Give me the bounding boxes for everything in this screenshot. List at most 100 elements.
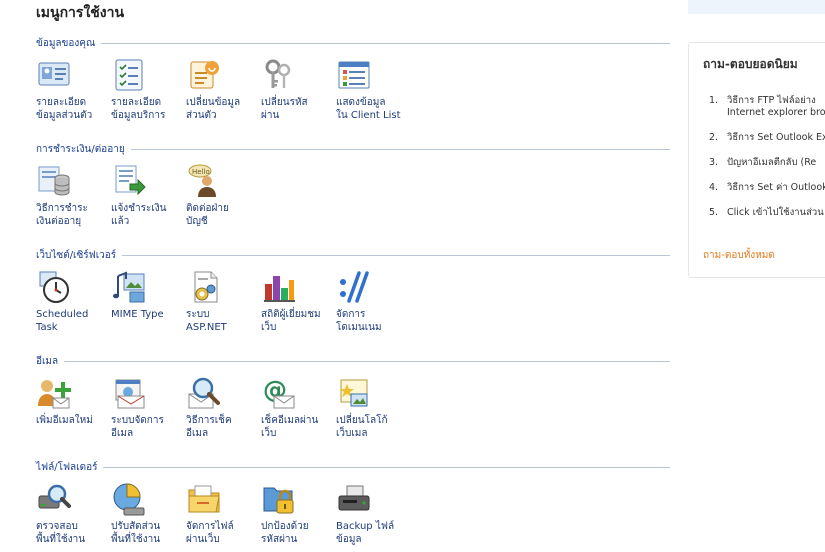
id-card-icon (37, 58, 71, 92)
menu-item-label: สถิติผู้เยี่ยมชม เว็บ (261, 309, 321, 333)
faq-link[interactable]: วิธีการ Set Outlook Ex (727, 132, 825, 144)
password-protect-icon (262, 482, 296, 516)
faq-link[interactable]: Click เข้าไปใช้งานส่วน (727, 207, 824, 219)
clock-icon (37, 270, 71, 304)
faq-link[interactable]: ปัญหาอีเมลตีกลับ (Re (727, 157, 816, 169)
section-files-folders: ไฟล์/โฟลเดอร์ ตรวจสอบ พื้นที่ใช้งาน ปรับ… (36, 458, 670, 552)
menu-item-label: ตรวจสอบ พื้นที่ใช้งาน (36, 521, 86, 545)
faq-item[interactable]: 4. วิธีการ Set ค่า Outlook (709, 182, 825, 194)
menu-item-domain-manage[interactable]: จัดการ โดเมนเนม (336, 270, 408, 334)
menu-item-label: ติดต่อฝ่าย บัญชี (186, 203, 229, 227)
menu-item-payment-method[interactable]: วิธีการชำระ เงินต่ออายุ (36, 164, 108, 228)
section-your-info: ข้อมูลของคุณ รายละเอียด ข้อมูลส่วนตัว รา… (36, 34, 670, 140)
menu-item-label: รายละเอียด ข้อมูลส่วนตัว (36, 97, 93, 121)
faq-list: 1. วิธีการ FTP ไฟล์อย่าง Internet explore… (709, 95, 825, 232)
section-header: ข้อมูลของคุณ (36, 34, 670, 52)
mime-type-icon (112, 270, 146, 304)
faq-item[interactable]: 1. วิธีการ FTP ไฟล์อย่าง Internet explore… (709, 95, 825, 119)
section-title: ไฟล์/โฟลเดอร์ (36, 459, 104, 475)
menu-item-label: เปลี่ยนข้อมูล ส่วนตัว (186, 97, 241, 121)
menu-item-label: เพิ่มอีเมลใหม่ (36, 415, 93, 426)
menu-item-disk-allocation[interactable]: ปรับสัดส่วน พื้นที่ใช้งาน (111, 482, 183, 546)
menu-item-label: Scheduled Task (36, 309, 89, 333)
section-divider (103, 466, 670, 468)
section-title: ข้อมูลของคุณ (36, 35, 102, 51)
menu-item-web-statistics[interactable]: สถิติผู้เยี่ยมชม เว็บ (261, 270, 333, 334)
menu-item-check-email-method[interactable]: วิธีการเช็ค อีเมล (186, 376, 258, 440)
faq-link[interactable]: วิธีการ FTP ไฟล์อย่าง Internet explorer … (727, 95, 825, 119)
faq-number: 3. (709, 157, 719, 168)
section-title: เว็บไซต์/เซิร์ฟเวอร์ (36, 247, 123, 263)
payment-database-icon (37, 164, 71, 198)
menu-item-contact-accounting[interactable]: Hello ติดต่อฝ่าย บัญชี (186, 164, 258, 228)
section-header: ไฟล์/โฟลเดอร์ (36, 458, 670, 476)
section-divider (130, 148, 670, 150)
section-header: การชำระเงิน/ต่ออายุ (36, 140, 670, 158)
menu-item-personal-details[interactable]: รายละเอียด ข้อมูลส่วนตัว (36, 58, 108, 122)
webmail-logo-icon (337, 376, 371, 410)
menu-item-change-password[interactable]: เปลี่ยนรหัส ผ่าน (261, 58, 333, 122)
faq-link[interactable]: วิธีการ Set ค่า Outlook (727, 182, 825, 194)
menu-item-backup[interactable]: Backup ไฟล์ ข้อมูล (336, 482, 408, 546)
email-manager-icon (112, 376, 146, 410)
add-email-icon (37, 376, 71, 410)
menu-item-label: วิธีการชำระ เงินต่ออายุ (36, 203, 88, 227)
menu-item-label: จัดการ โดเมนเนม (336, 309, 382, 333)
menu-item-label: เปลี่ยนรหัส ผ่าน (261, 97, 308, 121)
menu-item-label: รายละเอียด ข้อมูลบริการ (111, 97, 166, 121)
menu-item-client-list[interactable]: แสดงข้อมูล ใน Client List (336, 58, 408, 122)
menu-item-label: แจ้งชำระเงิน แล้ว (111, 203, 167, 227)
menu-item-label: ปรับสัดส่วน พื้นที่ใช้งาน (111, 521, 161, 545)
faq-item[interactable]: 3. ปัญหาอีเมลตีกลับ (Re (709, 157, 825, 169)
disk-allocation-icon (112, 482, 146, 516)
section-website-server: เว็บไซต์/เซิร์ฟเวอร์ Scheduled Task MIME… (36, 246, 670, 352)
menu-item-label: Backup ไฟล์ ข้อมูล (336, 521, 395, 545)
menu-item-label: ระบบจัดการ อีเมล (111, 415, 164, 439)
faq-number: 4. (709, 182, 719, 193)
menu-item-mime-type[interactable]: MIME Type (111, 270, 183, 321)
faq-panel: ถาม-ตอบยอดนิยม 1. วิธีการ FTP ไฟล์อย่าง I… (688, 42, 825, 278)
menu-item-label: วิธีการเช็ค อีเมล (186, 415, 232, 439)
statistics-icon (262, 270, 296, 304)
faq-all-link[interactable]: ถาม-ตอบทั้งหมด (703, 248, 775, 263)
asp-net-icon (187, 270, 221, 304)
faq-panel-title: ถาม-ตอบยอดนิยม (703, 57, 798, 71)
section-title: การชำระเงิน/ต่ออายุ (36, 141, 131, 157)
menu-item-label: เปลี่ยนโลโก้ เว็บเมล (336, 415, 388, 439)
disk-usage-icon (37, 482, 71, 516)
menu-item-label: แสดงข้อมูล ใน Client List (336, 97, 401, 121)
client-list-icon (337, 58, 371, 92)
keys-icon (262, 58, 296, 92)
page-title: เมนูการใช้งาน (36, 5, 125, 21)
menu-item-webmail[interactable]: @ เช็คอีเมลผ่าน เว็บ (261, 376, 333, 440)
menu-item-payment-notify[interactable]: แจ้งชำระเงิน แล้ว (111, 164, 183, 228)
section-header: อีเมล (36, 352, 670, 370)
svg-text:Hello: Hello (192, 168, 210, 176)
menu-item-label: MIME Type (111, 309, 164, 320)
faq-item[interactable]: 5. Click เข้าไปใช้งานส่วน (709, 207, 825, 219)
menu-item-disk-usage[interactable]: ตรวจสอบ พื้นที่ใช้งาน (36, 482, 108, 546)
menu-item-label: ปกป้องด้วย รหัสผ่าน (261, 521, 309, 545)
checklist-icon (112, 58, 146, 92)
menu-item-web-file-manager[interactable]: จัดการไฟล์ ผ่านเว็บ (186, 482, 258, 546)
section-divider (101, 42, 670, 44)
section-divider (122, 254, 670, 256)
section-header: เว็บไซต์/เซิร์ฟเวอร์ (36, 246, 670, 264)
contact-accounting-icon: Hello (187, 164, 221, 198)
payment-notify-icon (112, 164, 146, 198)
file-manager-icon (187, 482, 221, 516)
menu-item-scheduled-task[interactable]: Scheduled Task (36, 270, 108, 334)
backup-icon (337, 482, 371, 516)
menu-main: ข้อมูลของคุณ รายละเอียด ข้อมูลส่วนตัว รา… (36, 34, 670, 552)
menu-item-edit-profile[interactable]: เปลี่ยนข้อมูล ส่วนตัว (186, 58, 258, 122)
menu-item-webmail-logo[interactable]: เปลี่ยนโลโก้ เว็บเมล (336, 376, 408, 440)
faq-number: 1. (709, 95, 719, 106)
section-payment: การชำระเงิน/ต่ออายุ วิธีการชำระ เงินต่ออ… (36, 140, 670, 246)
menu-item-service-details[interactable]: รายละเอียด ข้อมูลบริการ (111, 58, 183, 122)
faq-number: 5. (709, 207, 719, 218)
menu-item-password-protect[interactable]: ปกป้องด้วย รหัสผ่าน (261, 482, 333, 546)
menu-item-asp-net[interactable]: ระบบ ASP.NET (186, 270, 258, 334)
menu-item-add-email[interactable]: เพิ่มอีเมลใหม่ (36, 376, 108, 427)
faq-item[interactable]: 2. วิธีการ Set Outlook Ex (709, 132, 825, 144)
menu-item-email-system[interactable]: ระบบจัดการ อีเมล (111, 376, 183, 440)
